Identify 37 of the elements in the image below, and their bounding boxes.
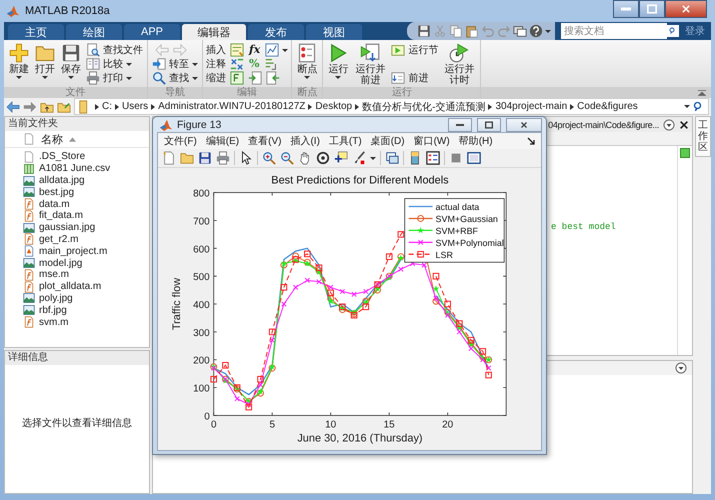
legend-label: SVM+Polynomial — [436, 238, 504, 248]
legend-label: SVM+RBF — [436, 226, 478, 236]
edit-label: 缩进 — [206, 72, 226, 85]
legend-label: actual data — [436, 202, 480, 212]
tick-label: 5 — [269, 419, 275, 430]
group-label: 文件 — [4, 87, 147, 98]
tick-label: 700 — [193, 216, 210, 228]
panel-title: 详细信息 — [5, 351, 149, 365]
legend-label: SVM+Gaussian — [436, 214, 498, 224]
tick-label: 800 — [193, 188, 210, 200]
code-comment: e best model — [551, 222, 617, 232]
tick-label: 200 — [193, 356, 210, 367]
legend-label: LSR — [436, 250, 453, 260]
edit-label: 注释 — [206, 58, 226, 71]
chart-title: Best Predictions for Different Models — [271, 174, 449, 187]
tick-label: 500 — [193, 272, 210, 284]
x-axis-label: June 30, 2016 (Thursday) — [297, 432, 423, 444]
tick-label: 300 — [193, 328, 210, 339]
window-title: Figure 13 — [177, 118, 222, 130]
tick-label: 0 — [210, 419, 216, 430]
tick-label: 20 — [442, 419, 454, 430]
group-label: 编辑 — [203, 87, 292, 98]
tick-label: 15 — [384, 419, 395, 430]
tick-label: 0 — [204, 411, 210, 422]
edit-label: 插入 — [206, 44, 226, 57]
tick-label: 400 — [193, 300, 210, 311]
group-label: 运行 — [323, 87, 480, 98]
tick-label: 10 — [325, 419, 336, 430]
panel-title: 04project-main\Code&figure... — [548, 120, 659, 130]
y-axis-label: Traffic flow — [170, 278, 183, 330]
group-label: 导航 — [148, 87, 202, 98]
window-title: MATLAB R2018a — [25, 5, 110, 17]
tick-label: 600 — [193, 244, 210, 256]
group-label: 断点 — [292, 87, 322, 98]
details-message: 选择文件以查看详细信息 — [22, 416, 132, 430]
panel-title: 当前文件夹 — [5, 117, 149, 131]
tick-label: 100 — [193, 384, 210, 395]
